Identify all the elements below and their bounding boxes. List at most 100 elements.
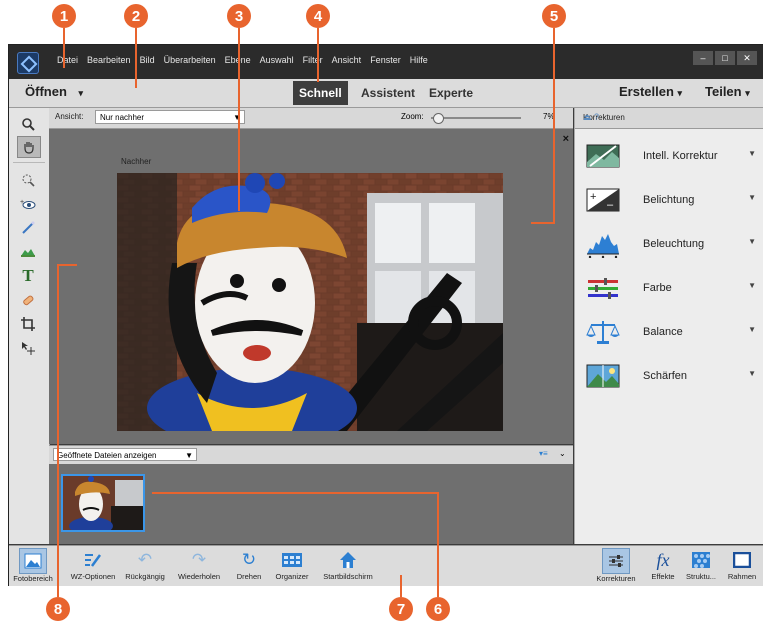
menu-ansicht[interactable]: Ansicht	[332, 55, 362, 65]
create-label: Erstellen	[619, 84, 674, 99]
undo-label: Rückgängig	[125, 572, 165, 581]
corr-label: Farbe	[643, 282, 672, 294]
bin-menu-icon[interactable]: ▾≡	[539, 449, 548, 458]
close-icon[interactable]: ×	[563, 133, 569, 145]
callout-line-8h	[57, 264, 77, 266]
corr-sharpen[interactable]: Schärfen ▼	[575, 356, 763, 400]
tab-assistent[interactable]: Assistent	[355, 81, 421, 105]
tab-experte[interactable]: Experte	[423, 81, 479, 105]
chevron-down-icon[interactable]: ▼	[748, 325, 756, 334]
corr-color[interactable]: Farbe ▼	[575, 268, 763, 312]
image-canvas[interactable]: Nachher ×	[49, 129, 573, 444]
move-tool-icon[interactable]	[17, 338, 39, 358]
photo-bin	[49, 464, 573, 544]
open-label: Öffnen	[25, 84, 67, 99]
minimize-button[interactable]: –	[693, 51, 713, 65]
photo-image	[117, 173, 503, 431]
close-button[interactable]: ✕	[737, 51, 757, 65]
menu-datei[interactable]: Datei	[57, 55, 78, 65]
mode-bar: Öffnen ▾ Schnell Assistent Experte Erste…	[9, 79, 763, 108]
textures-label: Struktu...	[685, 572, 716, 581]
type-tool-icon[interactable]: T	[17, 266, 39, 286]
whiten-teeth-tool-icon[interactable]	[17, 218, 39, 238]
callout-7: 7	[389, 597, 413, 621]
rotate-icon: ↻	[241, 550, 257, 569]
menu-bild[interactable]: Bild	[140, 55, 155, 65]
svg-text:+: +	[20, 199, 24, 206]
home-screen-button[interactable]: Startbildschirm	[315, 548, 381, 586]
share-button[interactable]: Teilen ▾	[705, 84, 750, 99]
chevron-down-icon[interactable]: ▼	[748, 281, 756, 290]
tool-options-button[interactable]: WZ-Optionen	[67, 548, 119, 586]
chevron-down-icon[interactable]: ▼	[748, 237, 756, 246]
corr-exposure[interactable]: + – Belichtung ▼	[575, 180, 763, 224]
window-controls: – □ ✕	[693, 51, 757, 65]
corr-label: Schärfen	[643, 370, 688, 382]
callout-line-7	[400, 575, 402, 597]
zoom-slider[interactable]	[431, 113, 521, 124]
organizer-button[interactable]: Organizer	[271, 548, 313, 586]
view-select[interactable]: Nur nachher ▼	[95, 110, 245, 124]
corr-label: Belichtung	[643, 194, 695, 206]
chevron-down-icon[interactable]: ▼	[748, 369, 756, 378]
tab-schnell[interactable]: Schnell	[293, 81, 348, 105]
chevron-down-icon[interactable]: ▼	[748, 149, 756, 158]
crop-tool-icon[interactable]	[17, 314, 39, 334]
corr-smart-fix[interactable]: Intell. Korrektur ▼	[575, 136, 763, 180]
frames-button[interactable]: Rahmen	[723, 548, 761, 586]
spot-healing-tool-icon[interactable]	[17, 290, 39, 310]
menu-hilfe[interactable]: Hilfe	[410, 55, 428, 65]
quick-selection-tool-icon[interactable]	[17, 170, 39, 190]
menu-filter[interactable]: Filter	[303, 55, 323, 65]
menu-fenster[interactable]: Fenster	[370, 55, 401, 65]
corr-balance[interactable]: Balance ▼	[575, 312, 763, 356]
reset-help-icon[interactable]: ⏏ ?	[583, 112, 758, 123]
create-button[interactable]: Erstellen ▾	[619, 84, 682, 99]
adjustments-label: Korrekturen	[596, 574, 636, 583]
corr-label: Balance	[643, 326, 683, 338]
callout-4: 4	[306, 4, 330, 28]
callout-line-6h	[152, 492, 439, 494]
menu-ueberarbeiten[interactable]: Überarbeiten	[164, 55, 216, 65]
organizer-label: Organizer	[275, 572, 309, 581]
photo-thumbnail[interactable]	[61, 474, 145, 532]
textures-button[interactable]: Struktu...	[681, 548, 721, 586]
zoom-slider-knob[interactable]	[433, 113, 445, 124]
adjustments-panel: Korrekturen ⏏ ? Intell. Korrektur ▼ + – B…	[574, 108, 763, 544]
svg-text:–: –	[607, 199, 614, 211]
rotate-button[interactable]: ↻ Drehen	[231, 548, 267, 586]
open-button[interactable]: Öffnen ▾	[25, 84, 83, 99]
zoom-tool-icon[interactable]	[17, 114, 39, 134]
undo-icon: ↶	[137, 550, 153, 569]
redo-button[interactable]: ↷ Wiederholen	[174, 548, 224, 586]
menu-auswahl[interactable]: Auswahl	[260, 55, 294, 65]
view-select-value: Nur nachher	[100, 113, 145, 122]
straighten-tool-icon[interactable]	[17, 242, 39, 262]
effects-button[interactable]: fx Effekte	[647, 548, 679, 586]
callout-line-8	[57, 264, 59, 597]
exposure-icon: +–	[586, 188, 620, 212]
red-eye-tool-icon[interactable]: +	[17, 194, 39, 214]
photo-bin-button[interactable]: Fotobereich	[11, 548, 55, 586]
undo-button[interactable]: ↶ Rückgängig	[123, 548, 167, 586]
bottom-taskbar: Fotobereich WZ-Optionen ↶ Rückgängig ↷ W…	[9, 545, 763, 586]
bin-select-value: Geöffnete Dateien anzeigen	[57, 451, 157, 460]
title-bar: Datei Bearbeiten Bild Überarbeiten Ebene…	[9, 45, 763, 79]
corr-lighting[interactable]: Beleuchtung ▼	[575, 224, 763, 268]
adjustments-button[interactable]: Korrekturen	[591, 548, 641, 586]
frames-label: Rahmen	[727, 572, 757, 581]
collapse-icon[interactable]: ⌄	[559, 449, 566, 458]
after-label: Nachher	[121, 157, 152, 166]
photo-bin-icon	[19, 548, 47, 574]
hand-tool-icon[interactable]	[17, 136, 41, 158]
chevron-down-icon[interactable]: ▼	[748, 193, 756, 202]
photo-bin-label: Fotobereich	[13, 574, 53, 583]
callout-line-1	[63, 28, 65, 68]
maximize-button[interactable]: □	[715, 51, 735, 65]
callout-8: 8	[46, 597, 70, 621]
view-label: Ansicht:	[55, 112, 84, 121]
bin-select[interactable]: Geöffnete Dateien anzeigen ▼	[53, 448, 197, 461]
color-sliders-icon	[588, 278, 618, 299]
menu-bearbeiten[interactable]: Bearbeiten	[87, 55, 131, 65]
svg-text:+: +	[590, 191, 596, 203]
